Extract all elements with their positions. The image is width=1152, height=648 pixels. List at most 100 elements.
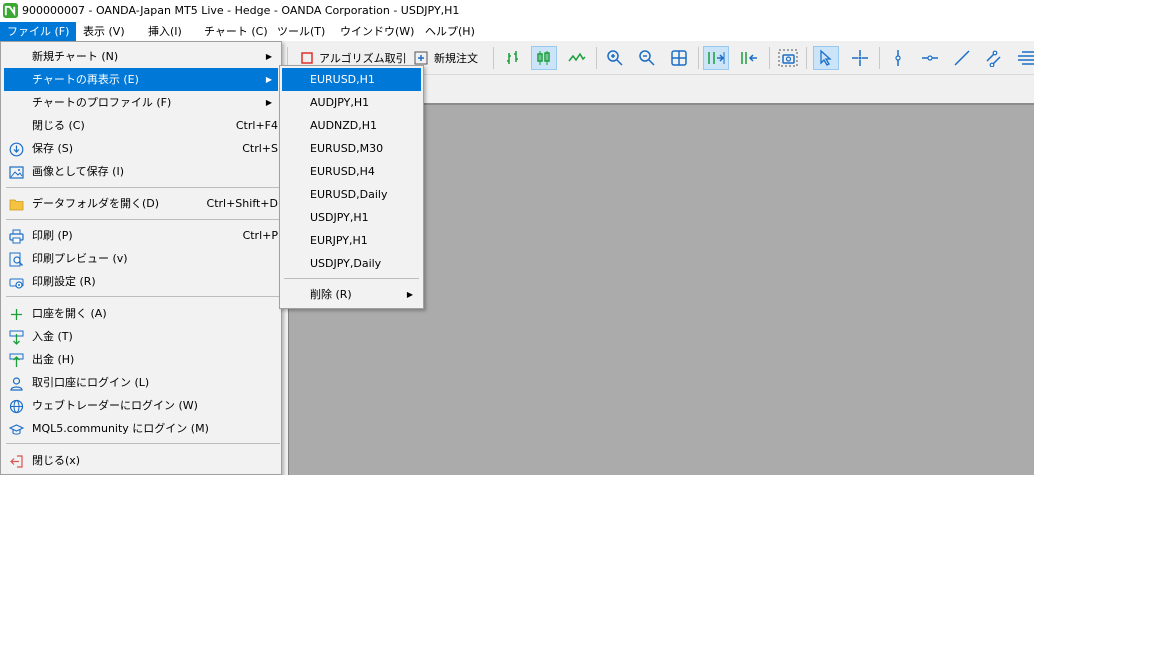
- submenu-item-chart[interactable]: USDJPY,H1: [282, 206, 421, 229]
- menu-item-open-account[interactable]: 口座を開く (A): [4, 302, 278, 325]
- menu-item-label: 保存 (S): [32, 142, 74, 155]
- camera-icon: [778, 49, 798, 67]
- menu-tools[interactable]: ツール(T): [270, 22, 332, 41]
- menu-item-close-chart[interactable]: 閉じる (C) Ctrl+F4: [4, 114, 278, 137]
- mt5-window: 900000007 - OANDA-Japan MT5 Live - Hedge…: [0, 0, 1034, 475]
- tile-windows-button[interactable]: [666, 46, 692, 70]
- menu-view[interactable]: 表示 (V): [76, 22, 132, 41]
- menu-insert[interactable]: 挿入(I): [141, 22, 189, 41]
- menu-item-shortcut: Ctrl+F4: [235, 119, 278, 132]
- submenu-item-chart[interactable]: USDJPY,Daily: [282, 252, 421, 275]
- menu-window[interactable]: ウインドウ(W): [333, 22, 421, 41]
- channel-icon: [986, 50, 1001, 67]
- menu-item-save-as-image[interactable]: 画像として保存 (I): [4, 160, 278, 183]
- menu-item-chart-profile[interactable]: チャートのプロファイル (F) ▶: [4, 91, 278, 114]
- menu-item-label: 印刷 (P): [32, 229, 73, 242]
- bar-chart-button[interactable]: [500, 46, 526, 70]
- submenu-item-chart[interactable]: EURUSD,M30: [282, 137, 421, 160]
- fibonacci-icon: [1018, 51, 1034, 65]
- vertical-line-icon: [895, 50, 901, 66]
- menu-item-login-trade-account[interactable]: 取引口座にログイン (L): [4, 371, 278, 394]
- menu-file[interactable]: ファイル (F): [0, 22, 77, 41]
- menu-help[interactable]: ヘルプ(H): [418, 22, 482, 41]
- trend-line-button[interactable]: [949, 46, 975, 70]
- graduation-cap-icon: [8, 421, 24, 437]
- zoom-in-button[interactable]: [602, 46, 628, 70]
- submenu-item-delete[interactable]: 削除 (R) ▶: [282, 283, 421, 306]
- zoom-out-button[interactable]: [634, 46, 660, 70]
- new-order-icon: [414, 51, 428, 65]
- horizontal-line-icon: [922, 55, 938, 61]
- submenu-item-label: EURUSD,M30: [310, 142, 384, 155]
- menu-item-withdraw[interactable]: 出金 (H): [4, 348, 278, 371]
- menu-item-reopen-chart[interactable]: チャートの再表示 (E) ▶: [4, 68, 278, 91]
- image-icon: [8, 164, 24, 180]
- print-settings-icon: [8, 274, 24, 290]
- equidistant-channel-button[interactable]: [981, 46, 1007, 70]
- print-preview-icon: [8, 251, 24, 267]
- deposit-icon: [8, 329, 24, 345]
- menu-item-label: MQL5.community にログイン (M): [32, 422, 209, 435]
- cursor-icon: [820, 49, 832, 66]
- menu-item-label: 画像として保存 (I): [32, 165, 124, 178]
- menu-item-label: チャートの再表示 (E): [32, 73, 139, 86]
- menu-item-open-data-folder[interactable]: データフォルダを開く(D) Ctrl+Shift+D: [4, 192, 278, 215]
- zoom-out-icon: [639, 50, 655, 66]
- submenu-arrow-icon: ▶: [265, 75, 272, 84]
- submenu-item-chart[interactable]: EURUSD,Daily: [282, 183, 421, 206]
- menu-chart[interactable]: チャート (C): [197, 22, 275, 41]
- menu-item-label: ウェブトレーダーにログイン (W): [32, 399, 198, 412]
- menu-separator: [6, 219, 280, 220]
- submenu-item-label: EURUSD,H1: [310, 73, 375, 86]
- menu-item-login-webtrader[interactable]: ウェブトレーダーにログイン (W): [4, 394, 278, 417]
- menu-item-print-settings[interactable]: 印刷設定 (R): [4, 270, 278, 293]
- submenu-item-chart[interactable]: AUDJPY,H1: [282, 91, 421, 114]
- menu-item-exit[interactable]: 閉じる(x): [4, 449, 278, 472]
- toolbar-separator: [806, 47, 807, 69]
- menu-item-login-mql5[interactable]: MQL5.community にログイン (M): [4, 417, 278, 440]
- menu-item-new-chart[interactable]: 新規チャート (N) ▶: [4, 45, 278, 68]
- save-icon: [8, 141, 24, 157]
- chart-shift-icon: [741, 52, 757, 64]
- menu-separator: [6, 296, 280, 297]
- submenu-item-label: USDJPY,Daily: [310, 257, 382, 270]
- menu-item-label: 印刷プレビュー (v): [32, 252, 128, 265]
- horizontal-line-button[interactable]: [917, 46, 943, 70]
- submenu-item-label: AUDNZD,H1: [310, 119, 378, 132]
- algo-stop-icon: [301, 52, 313, 64]
- toolbar-separator: [769, 47, 770, 69]
- submenu-item-chart[interactable]: AUDNZD,H1: [282, 114, 421, 137]
- menu-item-deposit[interactable]: 入金 (T): [4, 325, 278, 348]
- menu-item-shortcut: Ctrl+S: [242, 142, 278, 155]
- submenu-item-chart[interactable]: EURJPY,H1: [282, 229, 421, 252]
- submenu-arrow-icon: ▶: [265, 98, 272, 107]
- menu-item-print[interactable]: 印刷 (P) Ctrl+P: [4, 224, 278, 247]
- globe-icon: [8, 398, 24, 414]
- auto-scroll-button[interactable]: [703, 46, 729, 70]
- candlestick-button[interactable]: [531, 46, 557, 70]
- menu-item-label: データフォルダを開く(D): [32, 197, 160, 210]
- menu-item-label: 出金 (H): [32, 353, 75, 366]
- screenshot-button[interactable]: [775, 46, 801, 70]
- zoom-in-icon: [607, 50, 623, 66]
- vertical-line-button[interactable]: [885, 46, 911, 70]
- menu-item-label: 印刷設定 (R): [32, 275, 96, 288]
- fibonacci-button[interactable]: [1012, 46, 1034, 70]
- menu-item-print-preview[interactable]: 印刷プレビュー (v): [4, 247, 278, 270]
- menu-item-save[interactable]: 保存 (S) Ctrl+S: [4, 137, 278, 160]
- printer-icon: [8, 228, 24, 244]
- toolbar-separator: [698, 47, 699, 69]
- submenu-item-chart[interactable]: EURUSD,H4: [282, 160, 421, 183]
- submenu-item-label: USDJPY,H1: [310, 211, 369, 224]
- menu-separator: [6, 187, 280, 188]
- crosshair-button[interactable]: [847, 46, 873, 70]
- line-chart-button[interactable]: [564, 46, 590, 70]
- line-chart-icon: [568, 52, 586, 62]
- submenu-item-label: 削除 (R): [310, 288, 352, 301]
- bar-chart-icon: [507, 51, 518, 64]
- cursor-button[interactable]: [813, 46, 839, 70]
- menu-item-shortcut: Ctrl+P: [242, 229, 278, 242]
- user-icon: [8, 375, 24, 391]
- chart-shift-button[interactable]: [736, 46, 762, 70]
- submenu-item-chart[interactable]: EURUSD,H1: [282, 68, 421, 91]
